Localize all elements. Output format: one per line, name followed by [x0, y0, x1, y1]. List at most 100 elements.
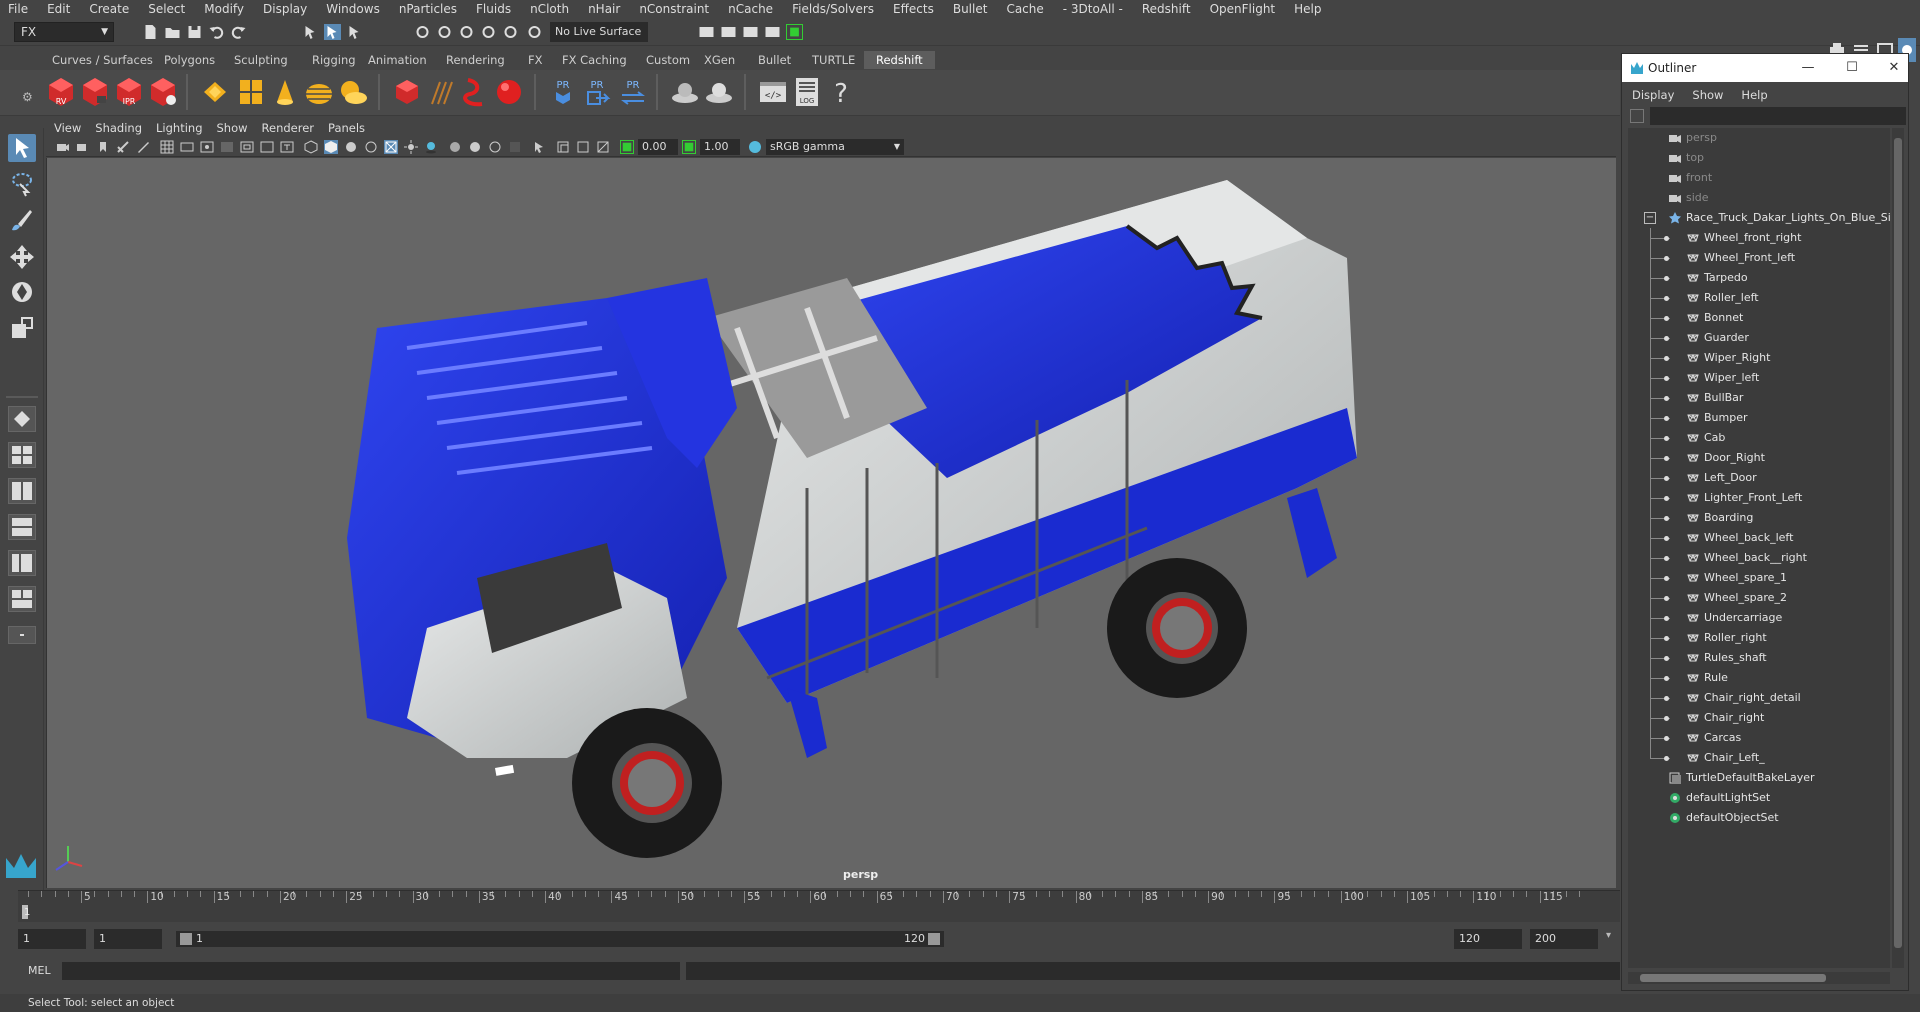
- outliner-item-mesh[interactable]: Rule: [1628, 668, 1890, 688]
- rs-sun-sky-icon[interactable]: [338, 76, 368, 108]
- expand-dot-icon[interactable]: [1664, 516, 1669, 521]
- two-pane-stacked-layout-button[interactable]: [8, 514, 36, 540]
- scroll-thumb[interactable]: [1894, 138, 1902, 948]
- outliner-titlebar[interactable]: Outliner — ☐ ✕: [1622, 54, 1908, 82]
- rs-ies-light-icon[interactable]: [270, 76, 300, 108]
- screen-space-ao-icon[interactable]: [448, 140, 462, 154]
- safe-action-icon[interactable]: [260, 140, 274, 154]
- rs-dome-light-icon[interactable]: [304, 76, 334, 108]
- expand-dot-icon[interactable]: [1664, 496, 1669, 501]
- select-tool-button[interactable]: [8, 134, 36, 162]
- select-hierarchy-icon[interactable]: [302, 24, 319, 40]
- shelf-tab-sculpting[interactable]: Sculpting: [222, 51, 300, 69]
- expand-dot-icon[interactable]: [1664, 296, 1669, 301]
- rs-material-icon[interactable]: [670, 76, 700, 108]
- collapse-icon[interactable]: −: [1644, 212, 1656, 224]
- rs-proxy-swap-icon[interactable]: PR: [618, 76, 648, 108]
- rs-sphere-icon[interactable]: [494, 76, 524, 108]
- camera-attributes-icon[interactable]: [56, 140, 70, 154]
- menu-nparticles[interactable]: nParticles: [399, 2, 457, 16]
- expand-dot-icon[interactable]: [1664, 736, 1669, 741]
- menu-help[interactable]: Help: [1294, 2, 1321, 16]
- outliner-item-mesh[interactable]: Tarpedo: [1628, 268, 1890, 288]
- save-scene-icon[interactable]: [186, 24, 203, 40]
- script-language-label[interactable]: MEL: [28, 964, 51, 977]
- menu-windows[interactable]: Windows: [326, 2, 380, 16]
- snap-surface-icon[interactable]: [502, 24, 519, 40]
- menu-ncache[interactable]: nCache: [728, 2, 773, 16]
- menu-nhair[interactable]: nHair: [588, 2, 620, 16]
- expand-dot-icon[interactable]: [1664, 456, 1669, 461]
- expand-dot-icon[interactable]: [1664, 596, 1669, 601]
- animation-start-field[interactable]: 1: [18, 929, 86, 949]
- undo-icon[interactable]: [208, 24, 225, 40]
- snap-point-icon[interactable]: [458, 24, 475, 40]
- live-surface-icon[interactable]: [526, 24, 543, 40]
- open-scene-icon[interactable]: [164, 24, 181, 40]
- menu-fluids[interactable]: Fluids: [476, 2, 511, 16]
- expand-dot-icon[interactable]: [1664, 276, 1669, 281]
- gate-mask-icon[interactable]: [220, 140, 234, 154]
- shelf-tab-curves-surfaces[interactable]: Curves / Surfaces: [40, 51, 165, 69]
- safe-title-icon[interactable]: [280, 140, 294, 154]
- outliner-item-mesh[interactable]: Boarding: [1628, 508, 1890, 528]
- rs-script-icon[interactable]: </>: [758, 76, 788, 108]
- outliner-search-input[interactable]: [1650, 107, 1906, 125]
- outliner-item-mesh[interactable]: Undercarriage: [1628, 608, 1890, 628]
- expand-dot-icon[interactable]: [1664, 716, 1669, 721]
- exposure-field[interactable]: 0.00: [638, 139, 678, 155]
- outliner-item-mesh[interactable]: Roller_left: [1628, 288, 1890, 308]
- ipr-render-icon[interactable]: [720, 24, 737, 40]
- color-space-select[interactable]: sRGB gamma ▼: [766, 139, 904, 155]
- perspective-viewport[interactable]: persp: [46, 158, 1616, 888]
- expand-dot-icon[interactable]: [1664, 616, 1669, 621]
- render-setup-icon[interactable]: [786, 24, 803, 40]
- scale-tool-button[interactable]: [8, 314, 36, 342]
- expand-dot-icon[interactable]: [1664, 336, 1669, 341]
- rs-volume-icon[interactable]: [426, 76, 456, 108]
- outliner-item-mesh[interactable]: Bonnet: [1628, 308, 1890, 328]
- expand-dot-icon[interactable]: [1664, 576, 1669, 581]
- two-d-pan-zoom-icon[interactable]: [116, 140, 130, 154]
- outliner-item-set[interactable]: TurtleDefaultBakeLayer: [1628, 768, 1890, 788]
- shadows-icon[interactable]: [424, 140, 438, 154]
- range-start-handle[interactable]: [180, 933, 192, 945]
- rs-proxy-export-icon[interactable]: PR: [548, 76, 578, 108]
- expand-dot-icon[interactable]: [1664, 316, 1669, 321]
- outliner-horizontal-scrollbar[interactable]: [1628, 972, 1890, 984]
- shelf-tab-animation[interactable]: Animation: [356, 51, 439, 69]
- outliner-item-mesh[interactable]: BullBar: [1628, 388, 1890, 408]
- rs-curve-icon[interactable]: [460, 76, 490, 108]
- rs-render-view-icon[interactable]: RV: [46, 76, 76, 108]
- outliner-item-set[interactable]: defaultObjectSet: [1628, 808, 1890, 828]
- outliner-item-mesh[interactable]: Wheel_spare_1: [1628, 568, 1890, 588]
- outliner-menu-show[interactable]: Show: [1692, 88, 1723, 102]
- outliner-item-mesh[interactable]: Wheel_Front_left: [1628, 248, 1890, 268]
- outliner-item-mesh[interactable]: Wheel_front_right: [1628, 228, 1890, 248]
- outliner-persp-layout-button[interactable]: [8, 550, 36, 576]
- wireframe-on-shaded-icon[interactable]: [364, 140, 378, 154]
- expand-dot-icon[interactable]: [1664, 476, 1669, 481]
- menu-display[interactable]: Display: [263, 2, 307, 16]
- rs-area-light-icon[interactable]: [200, 76, 230, 108]
- rs-physical-light-icon[interactable]: [236, 76, 266, 108]
- grid-toggle-icon[interactable]: [160, 140, 174, 154]
- panel-menu-view[interactable]: View: [54, 121, 81, 135]
- maximize-icon[interactable]: ☐: [1840, 59, 1864, 77]
- rs-proxy-icon[interactable]: [392, 76, 422, 108]
- outliner-item-mesh[interactable]: Wheel_spare_2: [1628, 588, 1890, 608]
- panel-menu-panels[interactable]: Panels: [328, 121, 365, 135]
- two-pane-side-layout-button[interactable]: [8, 478, 36, 504]
- hypershade-icon[interactable]: [764, 24, 781, 40]
- move-tool-button[interactable]: [8, 242, 36, 270]
- live-surface-field[interactable]: No Live Surface: [550, 22, 648, 42]
- outliner-menu-help[interactable]: Help: [1741, 88, 1767, 102]
- shelf-tab-redshift[interactable]: Redshift: [864, 51, 935, 69]
- minimize-icon[interactable]: —: [1796, 59, 1820, 77]
- rs-settings-icon[interactable]: [148, 76, 178, 108]
- range-menu-icon[interactable]: ▾: [1606, 930, 1611, 941]
- range-end-handle[interactable]: [928, 933, 940, 945]
- expand-dot-icon[interactable]: [1664, 756, 1669, 761]
- shelf-tab-xgen[interactable]: XGen: [692, 51, 747, 69]
- outliner-item-mesh[interactable]: Rules_shaft: [1628, 648, 1890, 668]
